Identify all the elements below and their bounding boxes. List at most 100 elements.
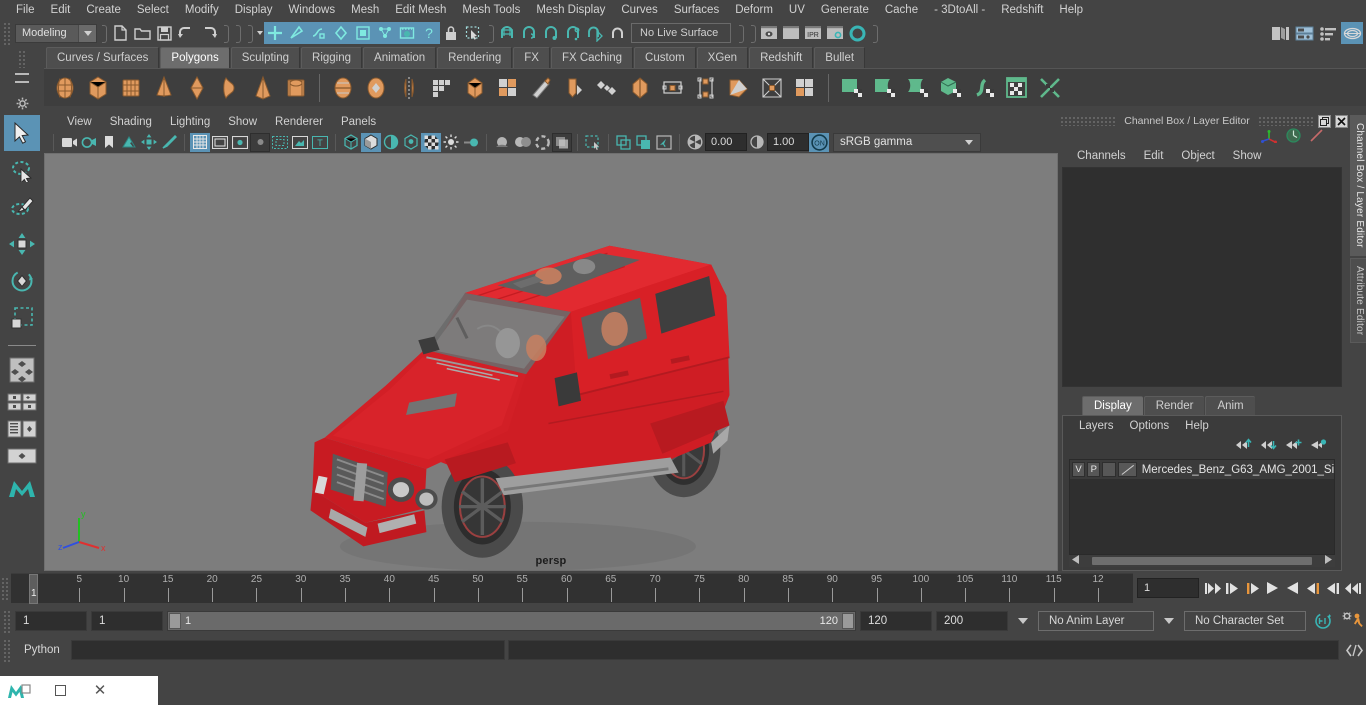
snap-to-projected-center-icon[interactable] bbox=[562, 22, 584, 44]
shelf-tab-polygons[interactable]: Polygons bbox=[160, 47, 230, 68]
menu-item-generate[interactable]: Generate bbox=[813, 0, 877, 20]
channel-box-menu-show[interactable]: Show bbox=[1224, 150, 1271, 162]
menu-item-surfaces[interactable]: Surfaces bbox=[666, 0, 727, 20]
range-end-field[interactable]: 120 bbox=[860, 611, 932, 631]
uv-spherical-mapping-icon[interactable] bbox=[903, 72, 933, 104]
shelf-menu-icon[interactable] bbox=[15, 73, 29, 83]
grease-pencil-icon[interactable] bbox=[159, 133, 179, 152]
command-language-label[interactable]: Python bbox=[14, 644, 68, 656]
live-surface-field[interactable]: No Live Surface bbox=[631, 23, 731, 43]
go-to-start-icon[interactable] bbox=[1203, 577, 1222, 599]
lock-icon[interactable] bbox=[440, 22, 462, 44]
animation-start-field[interactable]: 1 bbox=[15, 611, 87, 631]
poly-extract-icon[interactable] bbox=[493, 72, 523, 104]
range-right-handle[interactable] bbox=[842, 613, 854, 629]
layer-tab-display[interactable]: Display bbox=[1082, 396, 1143, 415]
use-all-lights-icon[interactable] bbox=[401, 133, 421, 152]
poly-boolean-union-icon[interactable] bbox=[328, 72, 358, 104]
panel-grip-right[interactable] bbox=[1257, 116, 1314, 126]
gamma-field[interactable]: 1.00 bbox=[767, 133, 809, 151]
panel-grip-left[interactable] bbox=[1060, 116, 1117, 126]
command-output[interactable] bbox=[508, 640, 1339, 660]
range-slider-grip[interactable] bbox=[2, 609, 11, 633]
poly-insert-edge-loop-icon[interactable] bbox=[757, 72, 787, 104]
move-layer-up-icon[interactable] bbox=[1235, 438, 1252, 454]
two-d-pan-zoom-icon[interactable] bbox=[139, 133, 159, 152]
channel-box-content[interactable] bbox=[1062, 167, 1342, 387]
paint-select-tool[interactable] bbox=[4, 189, 40, 225]
highlight-selection-icon[interactable] bbox=[462, 22, 484, 44]
poly-mirror-icon[interactable] bbox=[394, 72, 424, 104]
multisample-aa-icon[interactable] bbox=[492, 133, 512, 152]
menu-item-curves[interactable]: Curves bbox=[613, 0, 665, 20]
menu-item-create[interactable]: Create bbox=[78, 0, 129, 20]
select-by-object-icon[interactable] bbox=[286, 22, 308, 44]
gamma-icon[interactable] bbox=[747, 133, 767, 152]
go-to-end-icon[interactable] bbox=[1343, 577, 1362, 599]
layer-playback-toggle[interactable]: P bbox=[1087, 462, 1101, 477]
snap-to-point-icon[interactable] bbox=[540, 22, 562, 44]
viewport-menu-lighting[interactable]: Lighting bbox=[161, 116, 219, 128]
color-management-selector[interactable]: sRGB gamma bbox=[833, 132, 981, 152]
menu-item-mesh-display[interactable]: Mesh Display bbox=[528, 0, 613, 20]
status-line-grip[interactable] bbox=[2, 21, 11, 45]
image-plane-icon[interactable] bbox=[119, 133, 139, 152]
smooth-shade-all-icon[interactable] bbox=[361, 132, 381, 152]
channel-box-menu-edit[interactable]: Edit bbox=[1135, 150, 1173, 162]
undo-icon[interactable] bbox=[175, 22, 197, 44]
uv-editor-icon[interactable] bbox=[1002, 72, 1032, 104]
range-left-handle[interactable] bbox=[169, 613, 181, 629]
play-forwards-icon[interactable] bbox=[1283, 577, 1302, 599]
poly-merge-icon[interactable] bbox=[592, 72, 622, 104]
attribute-editor-toggle-icon[interactable] bbox=[1317, 22, 1339, 44]
new-layer-icon[interactable] bbox=[1285, 438, 1302, 454]
poly-extrude-icon[interactable] bbox=[559, 72, 589, 104]
show-hide-sidebar-icon[interactable] bbox=[1269, 22, 1291, 44]
resolution-gate-icon[interactable] bbox=[230, 133, 250, 152]
select-by-hierarchy-icon[interactable] bbox=[264, 22, 286, 44]
shelf-tab-sculpting[interactable]: Sculpting bbox=[230, 47, 301, 68]
range-slider[interactable]: 1 120 bbox=[167, 611, 856, 631]
viewport-menu-shading[interactable]: Shading bbox=[101, 116, 161, 128]
menu-item-3dtoall[interactable]: - 3DtoAll - bbox=[926, 0, 993, 20]
side-tab-channel-box-layer-editor[interactable]: Channel Box / Layer Editor bbox=[1350, 115, 1366, 256]
layer-menu-layers[interactable]: Layers bbox=[1071, 420, 1122, 432]
layer-tab-render[interactable]: Render bbox=[1143, 396, 1205, 415]
poly-multicut-icon[interactable] bbox=[724, 72, 754, 104]
menu-item-modify[interactable]: Modify bbox=[177, 0, 227, 20]
scroll-right-arrow-icon[interactable] bbox=[1324, 555, 1332, 567]
persp-viewport[interactable]: y x z persp bbox=[44, 153, 1058, 571]
scroll-left-arrow-icon[interactable] bbox=[1072, 555, 1080, 567]
copy-render-icon[interactable] bbox=[614, 133, 634, 152]
new-layer-from-selected-icon[interactable] bbox=[1310, 438, 1327, 454]
four-view-layout-button[interactable] bbox=[4, 352, 40, 388]
layer-list-scrollbar[interactable] bbox=[1069, 555, 1335, 567]
wireframe-icon[interactable] bbox=[341, 133, 361, 152]
show-chann-graph-icon[interactable] bbox=[1286, 128, 1301, 146]
make-live-icon[interactable] bbox=[606, 22, 628, 44]
select-mask-help-icon[interactable]: ? bbox=[418, 22, 440, 44]
shelf-tab-custom[interactable]: Custom bbox=[634, 47, 696, 68]
step-forward-keyframe-icon[interactable] bbox=[1323, 577, 1342, 599]
play-backwards-icon[interactable] bbox=[1263, 577, 1282, 599]
uv-cut-icon[interactable] bbox=[1035, 72, 1065, 104]
time-slider[interactable]: 1 5 10 15 20 25 30 35 40 45 50 55 60 65 70 75 80 85 90 95 1… bbox=[11, 573, 1133, 604]
layer-shading-toggle[interactable] bbox=[1102, 462, 1116, 477]
save-scene-icon[interactable] bbox=[153, 22, 175, 44]
poly-bevel-icon[interactable] bbox=[526, 72, 556, 104]
shaded-wireframe-icon[interactable] bbox=[381, 133, 401, 152]
poly-sphere-icon[interactable] bbox=[50, 72, 80, 104]
poly-smooth-icon[interactable] bbox=[460, 72, 490, 104]
layer-list[interactable]: V P Mercedes_Benz_G63_AMG_2001_Simple_ bbox=[1069, 459, 1335, 555]
persp-hypergraph-layout-button[interactable] bbox=[4, 416, 40, 442]
step-forward-frame-icon[interactable] bbox=[1303, 577, 1322, 599]
scale-tool[interactable] bbox=[4, 300, 40, 336]
snap-to-grid-icon[interactable] bbox=[496, 22, 518, 44]
viewport-menu-show[interactable]: Show bbox=[219, 116, 266, 128]
step-back-keyframe-icon[interactable] bbox=[1223, 577, 1242, 599]
film-gate-icon[interactable] bbox=[210, 133, 230, 152]
screen-space-ao-icon[interactable] bbox=[441, 133, 461, 152]
layer-row[interactable]: V P Mercedes_Benz_G63_AMG_2001_Simple_ bbox=[1070, 460, 1334, 479]
close-window-icon[interactable]: ✕ bbox=[80, 676, 120, 705]
isolate-select-icon[interactable] bbox=[532, 133, 552, 152]
